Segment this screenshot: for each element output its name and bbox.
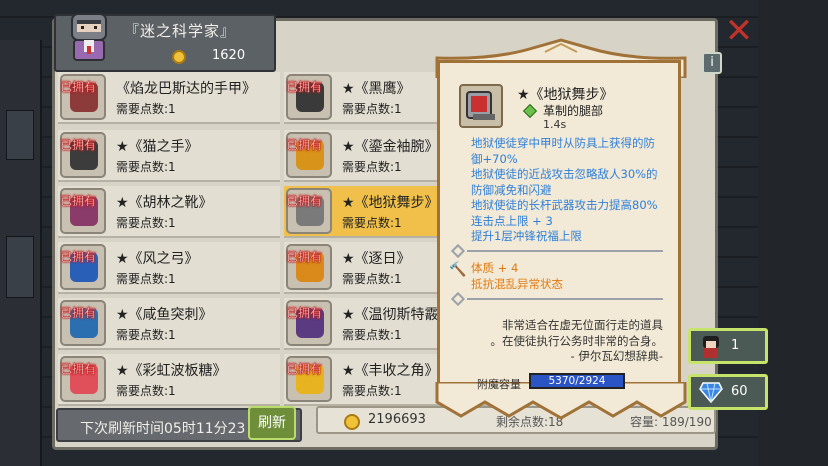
owned-badge: 已拥有 <box>286 362 323 376</box>
owned-badge: 已拥有 <box>60 306 97 320</box>
owned-badge: 已拥有 <box>60 138 97 152</box>
tooltip-item-icon <box>459 84 503 128</box>
money-value: 2196693 <box>368 412 426 427</box>
item-name: ★《地狱舞步》 <box>342 195 439 211</box>
refresh-button[interactable]: 刷新 <box>248 406 296 440</box>
owned-badge: 已拥有 <box>60 250 97 264</box>
item-slot[interactable]: 已拥有 ★《咸鱼突刺》 需要点数:1 <box>58 298 280 350</box>
player-avatar <box>66 10 112 62</box>
tooltip-description: 地狱使徒穿中甲时从防具上获得的防 御+70% 地狱使徒的近战攻击忽略敌人30%的… <box>471 136 681 245</box>
character-icon <box>699 334 723 364</box>
item-slot[interactable]: 已拥有 ★《彩虹波板糖》 需要点数:1 <box>58 354 280 406</box>
item-slot[interactable]: 已拥有 ★《风之弓》 需要点数:1 <box>58 242 280 294</box>
diamond-icon <box>699 381 723 407</box>
gem-button[interactable]: 60 <box>688 374 768 410</box>
attr-line: 体质 + 4 <box>471 261 519 275</box>
background-pipe <box>6 236 34 298</box>
item-name: ★《彩虹波板糖》 <box>116 363 227 379</box>
item-slot[interactable]: 已拥有 《焰龙巴斯达的手甲》 需要点数:1 <box>58 72 280 124</box>
owned-badge: 已拥有 <box>286 194 323 208</box>
owned-badge: 已拥有 <box>60 194 97 208</box>
divider <box>467 250 663 252</box>
item-points: 需要点数:1 <box>116 272 176 286</box>
item-points: 需要点数:1 <box>342 384 402 398</box>
item-tooltip: ★《地狱舞步》 革制的腿部 1.4s 地狱使徒穿中甲时从防具上获得的防 御+70… <box>433 38 690 422</box>
lore-line: 非常适合在虚无位面行走的道具 <box>502 318 663 332</box>
item-name: ★《丰收之角》 <box>342 363 439 379</box>
enchant-capacity-bar: 5370/2924 <box>529 373 625 389</box>
owned-badge: 已拥有 <box>286 306 323 320</box>
party-count: 1 <box>731 338 740 353</box>
desc-line: 御+70% <box>471 151 518 166</box>
hammer-icon: 🔨 <box>449 262 467 278</box>
tooltip-attributes: 体质 + 4 抵抗混乱异常状态 <box>471 260 563 292</box>
item-points: 需要点数:1 <box>116 102 176 116</box>
item-name: ★《风之弓》 <box>116 251 199 267</box>
owned-badge: 已拥有 <box>60 80 97 94</box>
item-name: ★《咸鱼突刺》 <box>116 307 213 323</box>
tooltip-title: ★《地狱舞步》 <box>517 87 614 103</box>
owned-badge: 已拥有 <box>60 362 97 376</box>
owned-badge: 已拥有 <box>286 138 323 152</box>
gold-coin-icon <box>172 50 186 64</box>
tooltip-type: 革制的腿部 <box>543 104 604 118</box>
item-name: 《焰龙巴斯达的手甲》 <box>116 81 256 97</box>
owned-badge: 已拥有 <box>286 250 323 264</box>
owned-badge: 已拥有 <box>286 80 323 94</box>
item-points: 需要点数:1 <box>116 384 176 398</box>
lore-line: - 伊尔瓦幻想辞典- <box>570 349 663 363</box>
item-name: ★《鎏金袖腕》 <box>342 139 439 155</box>
enchant-capacity-label: 附魔容量 <box>477 378 521 391</box>
item-name: ★《胡林之靴》 <box>116 195 213 211</box>
divider <box>467 298 663 300</box>
item-points: 需要点数:1 <box>116 160 176 174</box>
tooltip-weight: 1.4s <box>543 118 567 131</box>
info-icon[interactable]: i <box>702 52 722 74</box>
item-slot[interactable]: 已拥有 ★《猫之手》 需要点数:1 <box>58 130 280 182</box>
desc-line: 地狱使徒的长杆武器攻击力提高80% <box>471 198 658 212</box>
refresh-timer-text: 下次刷新时间05时11分23 <box>80 421 246 437</box>
close-icon[interactable]: ✕ <box>724 14 754 48</box>
desc-line: 连击点上限 + 3 <box>471 213 553 228</box>
item-points: 需要点数:1 <box>342 102 402 116</box>
item-points: 需要点数:1 <box>116 328 176 342</box>
item-points: 需要点数:1 <box>342 272 402 286</box>
party-button[interactable]: 1 <box>688 328 768 364</box>
item-points: 需要点数:1 <box>116 216 176 230</box>
item-name: ★《逐日》 <box>342 251 411 267</box>
desc-line: 地狱使徒的近战攻击忽略敌人30%的 <box>471 167 658 181</box>
tooltip-lore: 非常适合在虚无位面行走的道具 。在使徒执行公务时非常的合身。 - 伊尔瓦幻想辞典… <box>473 318 664 365</box>
item-points: 需要点数:1 <box>342 216 402 230</box>
item-points: 需要点数:1 <box>342 328 402 342</box>
gem-count: 60 <box>731 384 748 399</box>
desc-line: 提升1层冲锋祝福上限 <box>471 229 582 243</box>
item-name: ★《黑鹰》 <box>342 81 411 97</box>
player-gold: 1620 <box>212 48 246 63</box>
desc-line: 防御减免和闪避 <box>471 182 552 197</box>
item-name: ★《温彻斯特霰 <box>342 307 439 323</box>
item-points: 需要点数:1 <box>342 160 402 174</box>
item-name: ★《猫之手》 <box>116 139 199 155</box>
background-wall-right <box>758 0 828 466</box>
desc-line: 地狱使徒穿中甲时从防具上获得的防 <box>471 136 655 150</box>
item-slot[interactable]: 已拥有 ★《胡林之靴》 需要点数:1 <box>58 186 280 238</box>
attr-line: 抵抗混乱异常状态 <box>471 277 563 291</box>
background-pipe <box>6 110 34 160</box>
gold-coin-icon <box>344 414 360 430</box>
lore-line: 。在使徒执行公务时非常的合身。 <box>490 333 664 348</box>
player-name: 『迷之科学家』 <box>124 22 237 40</box>
